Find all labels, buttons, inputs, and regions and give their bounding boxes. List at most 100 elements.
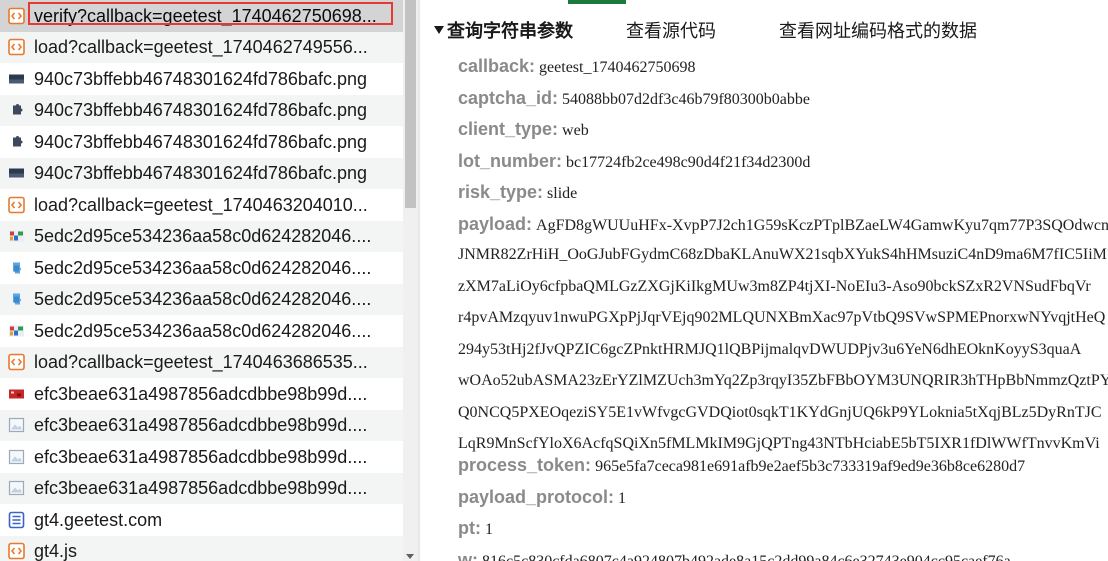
tab-query-string-params[interactable]: 查询字符串参数 [434, 19, 573, 43]
param-key: pt: [458, 518, 481, 538]
image-red-icon [8, 385, 25, 402]
param-value[interactable]: 965e5fa7ceca981e691afb9e2aef5b3c733319af… [595, 458, 1025, 475]
script-icon [8, 353, 25, 371]
param-key: risk_type: [458, 182, 544, 202]
request-name: 5edc2d95ce534236aa58c0d624282046.... [34, 320, 372, 341]
request-row[interactable]: efc3beae631a4987856adcdbbe98b99d.... [0, 378, 403, 410]
request-row[interactable]: 5edc2d95ce534236aa58c0d624282046.... [0, 315, 403, 347]
request-details: 查询字符串参数 查看源代码 查看网址编码格式的数据 callback: geete… [420, 0, 1108, 561]
param-value[interactable]: 816c5c830cfda6807c4a924807b492ade8a15c2d… [482, 553, 1011, 561]
request-name: load?callback=geetest_1740463686535... [34, 352, 368, 373]
payload-continuation-line[interactable]: zXM7aLiOy6cfpbaQMLGzZXGjKiIkgMUw3m8ZP4tj… [458, 276, 1091, 298]
script-icon [8, 542, 25, 560]
param-captcha-id: captcha_id: 54088bb07d2df3c46b79f80300b0a… [458, 87, 810, 111]
param-value[interactable]: bc17724fb2ce498c90d4f21f34d2300d [566, 154, 810, 171]
request-name: 5edc2d95ce534236aa58c0d624282046.... [34, 289, 372, 310]
image-colorful-icon [8, 322, 25, 339]
param-process-token: process_token: 965e5fa7ceca981e691afb9e2a… [458, 454, 1025, 478]
request-row[interactable]: efc3beae631a4987856adcdbbe98b99d.... [0, 409, 403, 441]
image-colorful-icon [8, 228, 25, 245]
payload-continuation-line[interactable]: wOAo52ubASMA23zErYZlMZUch3mYq2Zp3rqyI35Z… [458, 370, 1108, 392]
request-name: 940c73bffebb46748301624fd786bafc.png [34, 163, 367, 184]
request-name: 5edc2d95ce534236aa58c0d624282046.... [34, 226, 372, 247]
image-puzzle-icon [8, 133, 25, 150]
scroll-down-arrow-icon[interactable] [406, 554, 414, 559]
request-row[interactable]: gt4.js [0, 535, 403, 561]
payload-continuation-line[interactable]: 294y53tHj2fJvQPZIC6gcZPnktHRMJQ1lQBPijma… [458, 339, 1081, 361]
script-icon [8, 196, 25, 214]
param-value[interactable]: web [562, 122, 589, 139]
request-name: gt4.geetest.com [34, 509, 163, 530]
request-row[interactable]: load?callback=geetest_1740462749556... [0, 31, 403, 63]
request-name: load?callback=geetest_1740463204010... [34, 194, 368, 215]
request-row[interactable]: efc3beae631a4987856adcdbbe98b99d.... [0, 441, 403, 473]
param-value[interactable]: 1 [485, 521, 493, 538]
image-blue-piece-icon [8, 291, 25, 308]
request-list-scrollbar[interactable] [403, 0, 418, 561]
request-name: 5edc2d95ce534236aa58c0d624282046.... [34, 257, 372, 278]
param-w: w: 816c5c830cfda6807c4a924807b492ade8a15c… [458, 549, 1011, 561]
param-pt: pt: 1 [458, 517, 493, 541]
tab-view-url-encoded-label: 查看网址编码格式的数据 [779, 21, 977, 41]
image-dark-icon [8, 165, 25, 182]
document-icon [8, 511, 25, 529]
tab-view-source-label: 查看源代码 [626, 21, 716, 41]
request-row[interactable]: efc3beae631a4987856adcdbbe98b99d.... [0, 472, 403, 504]
expand-caret-icon[interactable] [434, 26, 444, 34]
param-key: payload: [458, 214, 533, 234]
request-name: efc3beae631a4987856adcdbbe98b99d.... [34, 446, 368, 467]
param-key: process_token: [458, 455, 592, 475]
tab-view-source[interactable]: 查看源代码 [626, 19, 716, 43]
request-name: 940c73bffebb46748301624fd786bafc.png [34, 100, 367, 121]
request-row[interactable]: 940c73bffebb46748301624fd786bafc.png [0, 94, 403, 126]
scrollbar-thumb[interactable] [405, 0, 416, 208]
tab-view-url-encoded[interactable]: 查看网址编码格式的数据 [779, 19, 977, 43]
request-name: 940c73bffebb46748301624fd786bafc.png [34, 68, 367, 89]
payload-continuation-line[interactable]: r4pvAMzqyuv1nwuPGXpPjJqrVEjq902MLQUNXBmX… [458, 307, 1105, 329]
param-key: captcha_id: [458, 88, 559, 108]
tab-query-string-params-label: 查询字符串参数 [447, 21, 573, 41]
image-generic-icon [8, 417, 25, 434]
script-icon [8, 7, 25, 25]
network-inspector: verify?callback=geetest_1740462750698...… [0, 0, 1108, 561]
payload-continuation-line[interactable]: LqR9MnScfYloX6AcfqSQiXn5fMLMkIM9GjQPTng4… [458, 433, 1100, 455]
param-payload-protocol: payload_protocol: 1 [458, 486, 626, 510]
request-name: efc3beae631a4987856adcdbbe98b99d.... [34, 383, 368, 404]
param-lot-number: lot_number: bc17724fb2ce498c90d4f21f34d23… [458, 150, 810, 174]
param-value[interactable]: 54088bb07d2df3c46b79f80300b0abbe [562, 91, 810, 108]
param-value[interactable]: AgFD8gWUUuHFx-XvpP7J2ch1G59sKczPTplBZaeL… [536, 217, 1108, 234]
payload-continuation-line[interactable]: Q0NCQ5PXEOqeziSY5E1vWfvgcGVDQiot0sqkT1KY… [458, 402, 1102, 424]
image-generic-icon [8, 480, 25, 497]
param-key: w: [458, 550, 478, 561]
request-row[interactable]: 940c73bffebb46748301624fd786bafc.png [0, 126, 403, 158]
param-key: payload_protocol: [458, 487, 615, 507]
request-row[interactable]: 5edc2d95ce534236aa58c0d624282046.... [0, 283, 403, 315]
request-row[interactable]: verify?callback=geetest_1740462750698... [0, 0, 403, 32]
script-icon [8, 38, 25, 56]
param-value[interactable]: geetest_1740462750698 [539, 59, 695, 76]
request-name: verify?callback=geetest_1740462750698... [34, 5, 377, 26]
request-row[interactable]: load?callback=geetest_1740463686535... [0, 346, 403, 378]
request-name: efc3beae631a4987856adcdbbe98b99d.... [34, 478, 368, 499]
request-row[interactable]: 940c73bffebb46748301624fd786bafc.png [0, 63, 403, 95]
param-value[interactable]: 1 [618, 490, 626, 507]
request-name: load?callback=geetest_1740462749556... [34, 37, 368, 58]
param-callback: callback: geetest_1740462750698 [458, 55, 695, 79]
request-name: efc3beae631a4987856adcdbbe98b99d.... [34, 415, 368, 436]
image-blue-piece-icon [8, 259, 25, 276]
request-name: 940c73bffebb46748301624fd786bafc.png [34, 131, 367, 152]
request-row[interactable]: 940c73bffebb46748301624fd786bafc.png [0, 157, 403, 189]
request-list: verify?callback=geetest_1740462750698...… [0, 0, 403, 561]
request-row[interactable]: 5edc2d95ce534236aa58c0d624282046.... [0, 252, 403, 284]
request-row[interactable]: gt4.geetest.com [0, 504, 403, 536]
request-row[interactable]: load?callback=geetest_1740463204010... [0, 189, 403, 221]
param-value[interactable]: slide [547, 185, 577, 202]
request-row[interactable]: 5edc2d95ce534236aa58c0d624282046.... [0, 220, 403, 252]
image-generic-icon [8, 448, 25, 465]
payload-continuation-line[interactable]: JNMR82ZrHiH_OoGJubFGydmC68zDbaKLAnuWX21s… [458, 244, 1108, 266]
request-name: gt4.js [34, 541, 78, 561]
param-payload: payload: AgFD8gWUUuHFx-XvpP7J2ch1G59sKczP… [458, 213, 1108, 237]
param-client-type: client_type: web [458, 118, 589, 142]
param-key: callback: [458, 56, 536, 76]
image-puzzle-icon [8, 102, 25, 119]
